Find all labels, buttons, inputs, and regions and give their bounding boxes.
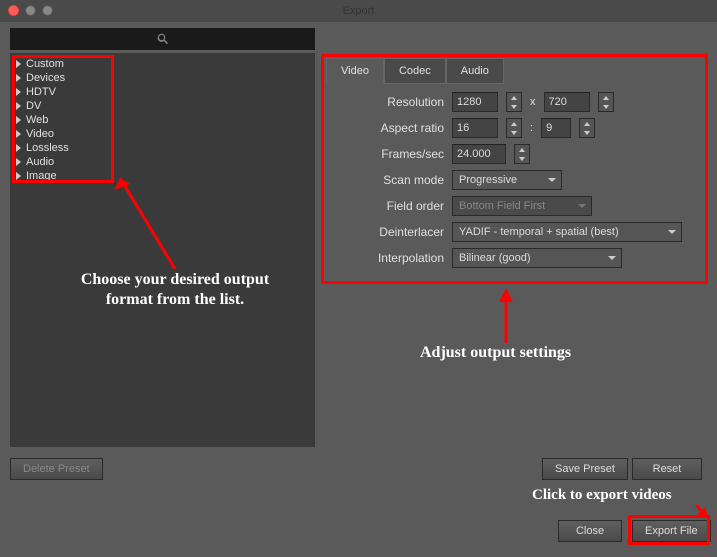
settings-panel: Resolution x Aspect ratio : Frames/sec S…	[334, 92, 682, 274]
chevron-right-icon	[16, 172, 21, 180]
sidebar-item-label: Lossless	[26, 142, 69, 154]
annotation-text-export: Click to export videos	[532, 487, 672, 504]
preset-list: Custom Devices HDTV DV Web Video Lossles…	[10, 53, 315, 447]
sidebar-item-lossless[interactable]: Lossless	[16, 141, 309, 155]
deinterlacer-dropdown[interactable]: YADIF - temporal + spatial (best)	[452, 222, 682, 242]
aspect-height-input[interactable]	[541, 118, 571, 138]
resolution-height-stepper[interactable]	[598, 92, 614, 112]
annotation-text-right: Adjust output settings	[420, 344, 571, 362]
aspect-height-stepper[interactable]	[579, 118, 595, 138]
minimize-window-icon[interactable]	[25, 5, 36, 16]
sidebar-item-video[interactable]: Video	[16, 127, 309, 141]
sidebar-item-label: Video	[26, 128, 54, 140]
chevron-right-icon	[16, 88, 21, 96]
deinterlacer-label: Deinterlacer	[334, 225, 444, 239]
close-button[interactable]: Close	[558, 520, 622, 542]
fps-label: Frames/sec	[334, 147, 444, 161]
chevron-right-icon	[16, 74, 21, 82]
tab-video[interactable]: Video	[326, 58, 384, 84]
sidebar-item-label: Devices	[26, 72, 65, 84]
window-title: Export	[343, 5, 375, 17]
tab-audio[interactable]: Audio	[446, 58, 504, 84]
zoom-window-icon[interactable]	[42, 5, 53, 16]
chevron-right-icon	[16, 116, 21, 124]
fps-stepper[interactable]	[514, 144, 530, 164]
resolution-width-input[interactable]	[452, 92, 498, 112]
sidebar-item-label: Web	[26, 114, 48, 126]
chevron-right-icon	[16, 130, 21, 138]
resolution-label: Resolution	[334, 95, 444, 109]
sidebar-item-audio[interactable]: Audio	[16, 155, 309, 169]
annotation-arrow-right	[496, 288, 516, 343]
sidebar-item-custom[interactable]: Custom	[16, 57, 309, 71]
sidebar-item-label: HDTV	[26, 86, 56, 98]
close-window-icon[interactable]	[8, 5, 19, 16]
chevron-right-icon	[16, 60, 21, 68]
interpolation-dropdown[interactable]: Bilinear (good)	[452, 248, 622, 268]
window-controls	[8, 5, 53, 16]
annotation-text-left: Choose your desired output format from t…	[80, 270, 270, 310]
fps-input[interactable]	[452, 144, 506, 164]
annotation-arrow-export	[692, 502, 710, 520]
field-label: Field order	[334, 199, 444, 213]
sidebar-item-label: Image	[26, 170, 57, 182]
sidebar-item-devices[interactable]: Devices	[16, 71, 309, 85]
sidebar-item-dv[interactable]: DV	[16, 99, 309, 113]
sidebar-item-web[interactable]: Web	[16, 113, 309, 127]
field-order-dropdown: Bottom Field First	[452, 196, 592, 216]
interpolation-label: Interpolation	[334, 251, 444, 265]
search-icon	[156, 32, 170, 46]
chevron-right-icon	[16, 144, 21, 152]
sidebar-item-label: Audio	[26, 156, 54, 168]
aspect-width-stepper[interactable]	[506, 118, 522, 138]
titlebar: Export	[0, 0, 717, 22]
aspect-separator: :	[530, 122, 533, 134]
sidebar-item-hdtv[interactable]: HDTV	[16, 85, 309, 99]
save-preset-button[interactable]: Save Preset	[542, 458, 628, 480]
chevron-right-icon	[16, 102, 21, 110]
aspect-width-input[interactable]	[452, 118, 498, 138]
scan-label: Scan mode	[334, 173, 444, 187]
resolution-height-input[interactable]	[544, 92, 590, 112]
search-input[interactable]	[10, 28, 315, 50]
sidebar-item-image[interactable]: Image	[16, 169, 309, 183]
tab-codec[interactable]: Codec	[384, 58, 446, 84]
resolution-width-stepper[interactable]	[506, 92, 522, 112]
delete-preset-button: Delete Preset	[10, 458, 103, 480]
aspect-label: Aspect ratio	[334, 121, 444, 135]
resolution-separator: x	[530, 96, 536, 108]
tab-bar: Video Codec Audio	[326, 58, 504, 84]
export-file-button[interactable]: Export File	[632, 520, 711, 542]
sidebar-item-label: Custom	[26, 58, 64, 70]
sidebar-item-label: DV	[26, 100, 41, 112]
reset-button[interactable]: Reset	[632, 458, 702, 480]
scan-mode-dropdown[interactable]: Progressive	[452, 170, 562, 190]
chevron-right-icon	[16, 158, 21, 166]
